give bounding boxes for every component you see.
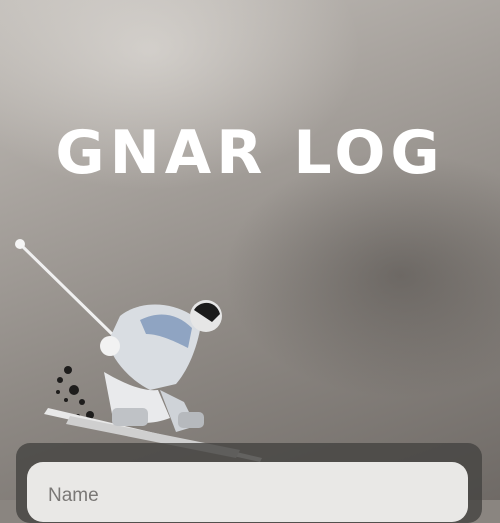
- app-title: GNAR LOG: [55, 118, 445, 188]
- name-input[interactable]: [27, 462, 468, 522]
